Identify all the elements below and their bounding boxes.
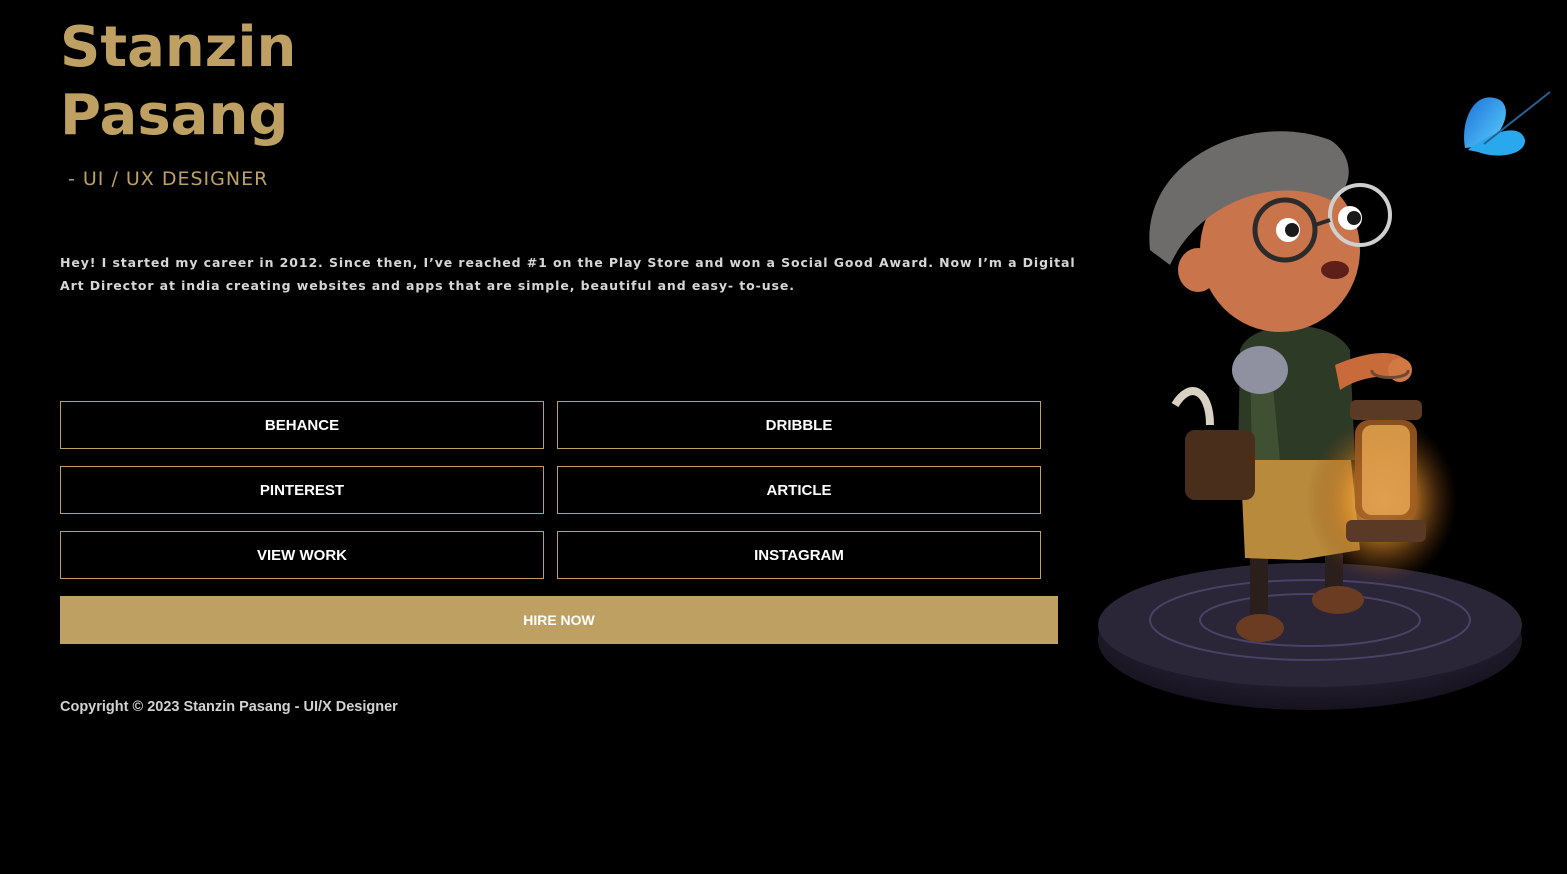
- job-title: - UI / UX DESIGNER: [68, 168, 269, 190]
- copyright-text: Copyright © 2023 Stanzin Pasang - UI/X D…: [60, 699, 398, 715]
- instagram-button[interactable]: INSTAGRAM: [557, 531, 1041, 579]
- hire-now-button[interactable]: HIRE NOW: [60, 596, 1058, 644]
- page-title: Stanzin Pasang: [60, 14, 296, 150]
- last-name: Pasang: [60, 83, 289, 148]
- behance-button[interactable]: BEHANCE: [60, 401, 544, 449]
- bio-text: Hey! I started my career in 2012. Since …: [60, 255, 1076, 293]
- butterfly-icon: [1464, 91, 1551, 156]
- view-work-button[interactable]: VIEW WORK: [60, 531, 544, 579]
- article-button[interactable]: ARTICLE: [557, 466, 1041, 514]
- first-name: Stanzin: [60, 15, 297, 80]
- boy-with-lantern-illustration: [1098, 91, 1551, 710]
- pinterest-button[interactable]: PINTEREST: [60, 466, 544, 514]
- dribble-button[interactable]: DRIBBLE: [557, 401, 1041, 449]
